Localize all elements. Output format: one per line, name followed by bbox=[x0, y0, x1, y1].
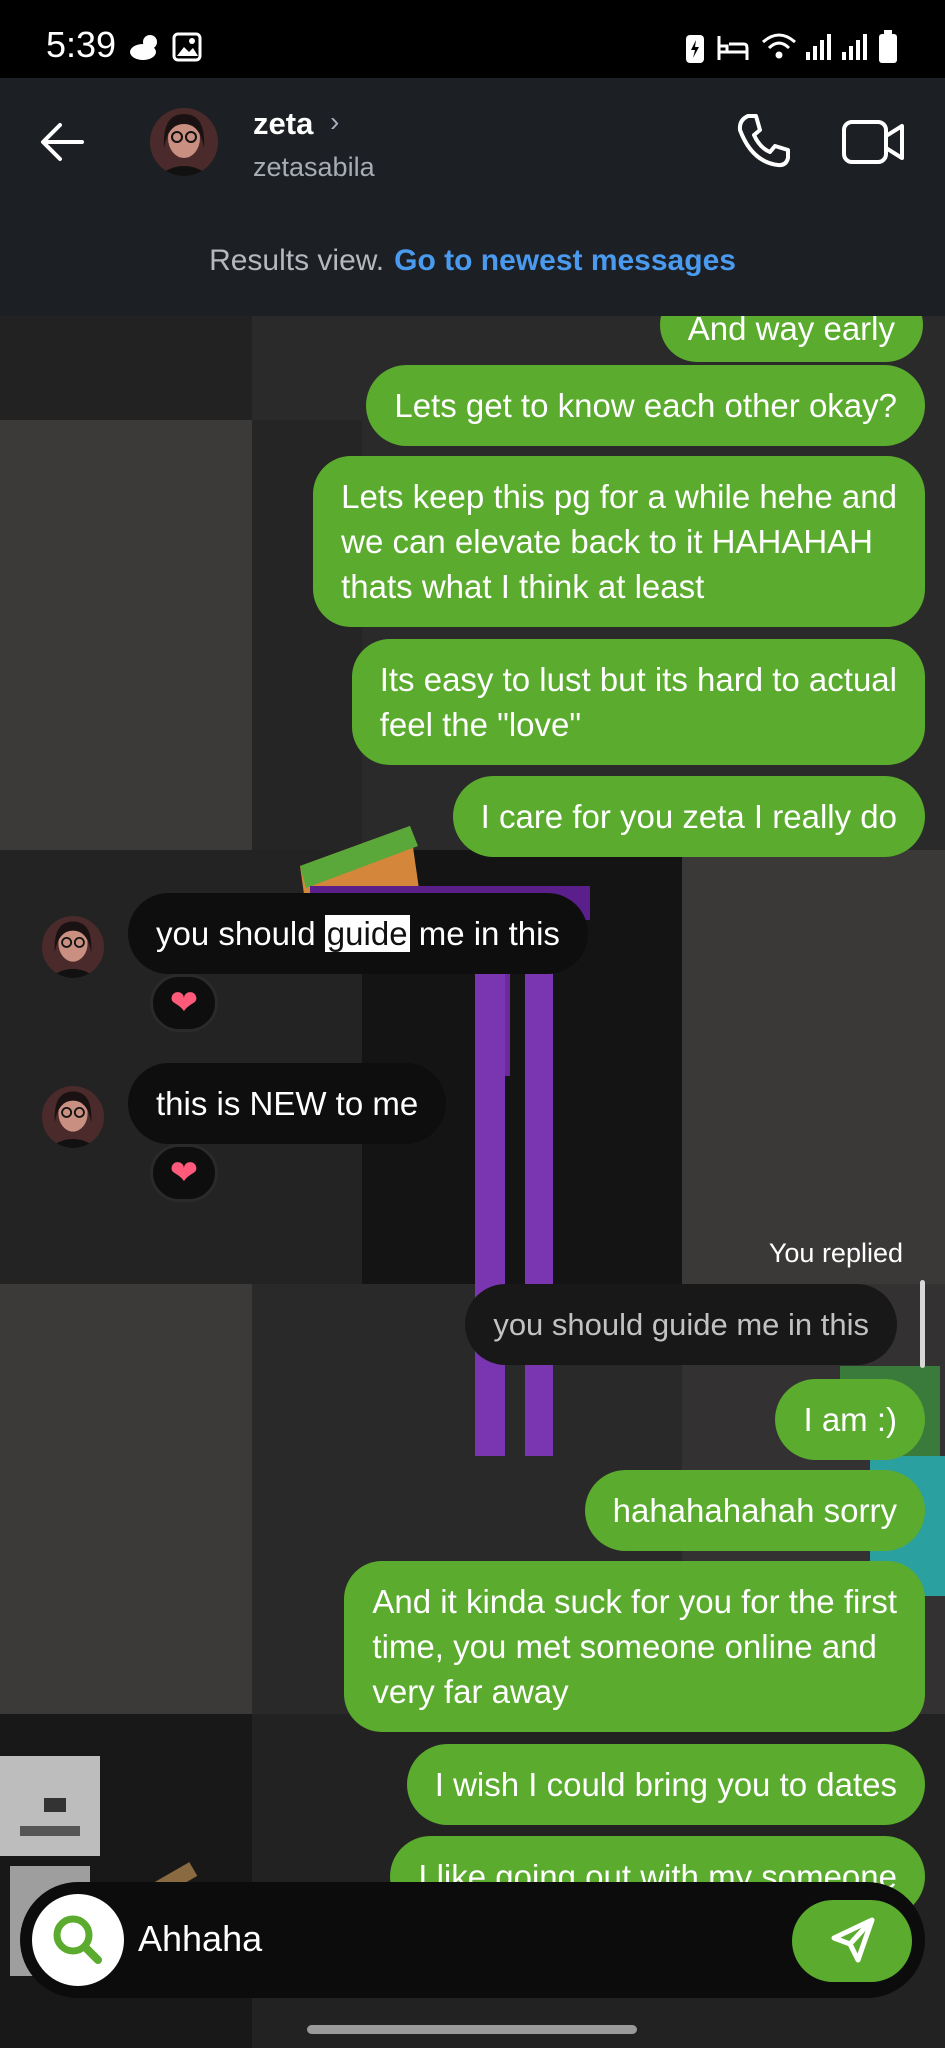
battery-icon bbox=[879, 30, 897, 63]
phone-call-icon[interactable] bbox=[730, 108, 796, 174]
message-text: I am :) bbox=[803, 1401, 897, 1438]
message-text-line: Its easy to lust but its hard to actual bbox=[379, 661, 897, 698]
message-outgoing[interactable]: hahahahahah sorry bbox=[584, 1470, 925, 1551]
wallpaper-tile bbox=[0, 1284, 252, 1714]
message-text: this is NEW to me bbox=[156, 1085, 419, 1122]
quoted-text: you should guide me in this bbox=[493, 1307, 869, 1342]
message-input[interactable]: Ahhaha bbox=[138, 1918, 262, 1960]
weather-icon bbox=[130, 35, 157, 60]
gallery-icon bbox=[172, 32, 202, 62]
message-text: I wish I could bring you to dates bbox=[434, 1766, 897, 1803]
message-text: Lets get to know each other okay? bbox=[394, 387, 897, 424]
message-outgoing[interactable]: And it kinda suck for you for the first … bbox=[344, 1561, 925, 1732]
wallpaper-tile bbox=[0, 316, 252, 420]
reply-indicator-bar bbox=[920, 1280, 925, 1368]
message-outgoing[interactable]: And way early bbox=[659, 316, 923, 362]
contact-avatar[interactable] bbox=[150, 108, 218, 176]
message-text: I care for you zeta I really do bbox=[480, 798, 897, 835]
wallpaper-tile bbox=[0, 420, 252, 850]
chat-header: zeta › zetasabila bbox=[0, 78, 945, 204]
search-highlight: guide bbox=[324, 915, 410, 952]
heart-reaction-icon[interactable]: ❤ bbox=[150, 1144, 218, 1202]
home-indicator[interactable] bbox=[307, 2025, 637, 2034]
you-replied-label: You replied bbox=[768, 1238, 903, 1268]
message-text-line: very far away bbox=[372, 1673, 569, 1710]
avatar-photo bbox=[150, 108, 218, 176]
wifi-icon bbox=[762, 33, 796, 59]
signal-1-icon bbox=[806, 34, 831, 60]
message-outgoing[interactable]: I am :) bbox=[775, 1379, 925, 1460]
battery-saver-icon bbox=[686, 35, 704, 63]
message-outgoing[interactable]: I care for you zeta I really do bbox=[452, 776, 925, 857]
message-incoming[interactable]: this is NEW to me bbox=[128, 1063, 447, 1144]
message-text: And way early bbox=[687, 316, 895, 347]
chevron-right-icon[interactable]: › bbox=[330, 106, 339, 138]
chat-background: And way early Lets get to know each othe… bbox=[0, 316, 945, 2048]
message-text: hahahahahah sorry bbox=[612, 1492, 897, 1529]
message-outgoing[interactable]: Its easy to lust but its hard to actual … bbox=[351, 639, 925, 765]
contact-username[interactable]: zetasabila bbox=[253, 152, 375, 183]
avatar-photo bbox=[42, 916, 104, 978]
video-call-icon[interactable] bbox=[840, 112, 906, 172]
sender-avatar[interactable] bbox=[42, 916, 104, 978]
heart-reaction-icon[interactable]: ❤ bbox=[150, 974, 218, 1032]
contact-name[interactable]: zeta bbox=[253, 106, 313, 142]
quoted-reply[interactable]: you should guide me in this bbox=[465, 1284, 897, 1365]
message-outgoing[interactable]: Lets keep this pg for a while hehe and w… bbox=[313, 456, 925, 627]
message-incoming[interactable]: you should guide me in this bbox=[128, 893, 588, 974]
message-text-line: time, you met someone online and bbox=[372, 1628, 877, 1665]
results-view-label: Results view. bbox=[209, 244, 385, 277]
wallpaper-tile bbox=[682, 850, 945, 1284]
message-text-line: And it kinda suck for you for the first bbox=[372, 1583, 897, 1620]
message-outgoing[interactable]: I wish I could bring you to dates bbox=[406, 1744, 925, 1825]
message-text-line: feel the "love" bbox=[379, 706, 582, 743]
back-arrow-icon[interactable] bbox=[34, 112, 94, 172]
message-text-after: me in this bbox=[409, 915, 560, 952]
avatar-photo bbox=[42, 1086, 104, 1148]
message-composer[interactable]: Ahhaha bbox=[20, 1882, 925, 1998]
sleep-mode-icon bbox=[717, 36, 749, 60]
message-text-line: Lets keep this pg for a while hehe and bbox=[341, 478, 897, 515]
send-icon bbox=[831, 1917, 875, 1963]
results-banner: Results view. Go to newest messages bbox=[0, 204, 945, 316]
message-text-line: we can elevate back to it HAHAHAH bbox=[341, 523, 874, 560]
sender-avatar[interactable] bbox=[42, 1086, 104, 1148]
send-button[interactable] bbox=[792, 1900, 912, 1982]
search-icon bbox=[53, 1915, 102, 1964]
message-text-line: thats what I think at least bbox=[341, 568, 705, 605]
status-time: 5:39 bbox=[46, 24, 117, 65]
go-to-newest-link[interactable]: Go to newest messages bbox=[394, 244, 736, 277]
search-button[interactable] bbox=[32, 1894, 124, 1986]
status-bar: 5:39 bbox=[0, 0, 945, 78]
message-outgoing[interactable]: Lets get to know each other okay? bbox=[366, 365, 925, 446]
signal-2-icon bbox=[842, 34, 867, 60]
message-text-before: you should bbox=[156, 915, 325, 952]
